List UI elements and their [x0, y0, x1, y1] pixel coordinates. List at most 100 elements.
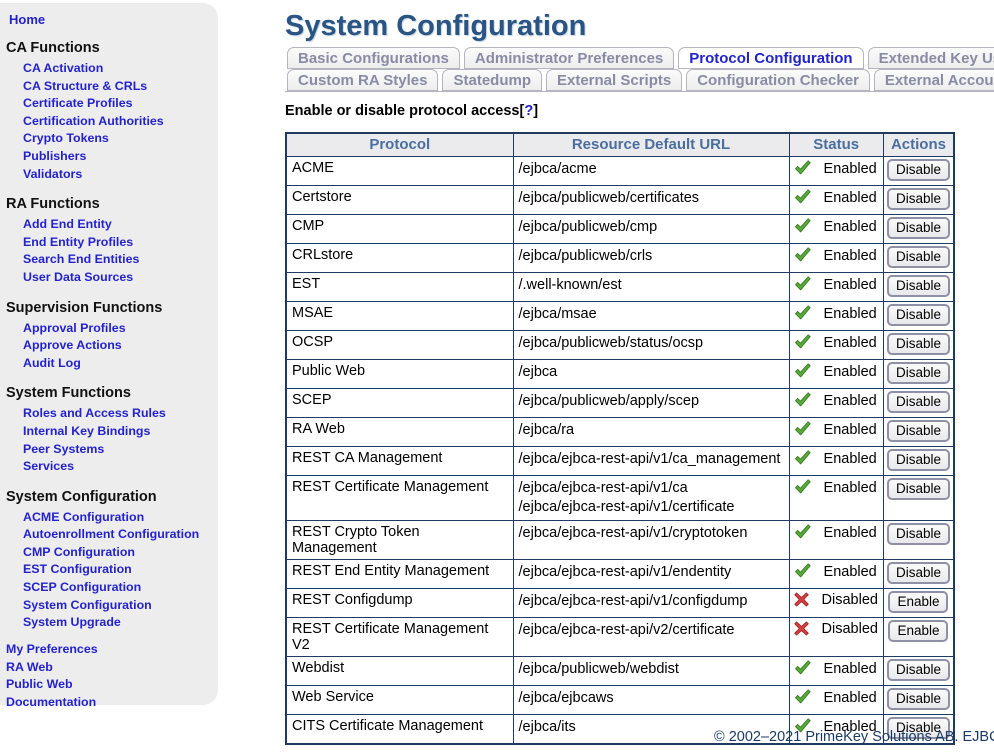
sidebar-item[interactable]: EST Configuration [23, 561, 218, 579]
protocol-name-cell: Webdist [286, 657, 513, 686]
sidebar-item[interactable]: CA Activation [23, 60, 218, 78]
actions-cell: Disable [883, 447, 954, 476]
check-icon [794, 563, 811, 583]
actions-cell: Disable [883, 157, 954, 186]
url-list: /ejbca/ejbcaws [519, 689, 784, 708]
status-label: Enabled [824, 525, 877, 541]
tab[interactable]: Custom RA Styles [287, 69, 438, 91]
table-row: Public Web /ejbca Enabled [286, 360, 954, 389]
status-cell: Enabled [789, 389, 883, 418]
url-value: /ejbca/publicweb/status/ocsp [519, 334, 784, 353]
toggle-protocol-button[interactable]: Enable [888, 620, 948, 642]
actions-cell: Disable [883, 657, 954, 686]
toggle-protocol-button[interactable]: Enable [888, 591, 948, 613]
sidebar-item[interactable]: System Configuration [23, 597, 218, 615]
toggle-protocol-button[interactable]: Disable [887, 217, 950, 239]
sidebar-item[interactable]: End Entity Profiles [23, 234, 218, 252]
sidebar-item[interactable]: ACME Configuration [23, 509, 218, 527]
url-list: /ejbca/acme [519, 160, 784, 179]
toggle-protocol-button[interactable]: Disable [887, 449, 950, 471]
tab[interactable]: Protocol Configuration [678, 47, 863, 69]
toggle-protocol-button[interactable]: Disable [887, 246, 950, 268]
tab[interactable]: External Account Bindings [874, 69, 994, 91]
check-icon [794, 479, 811, 499]
sidebar-link[interactable]: My Preferences [6, 641, 218, 659]
toggle-protocol-button[interactable]: Disable [887, 159, 950, 181]
status-label: Enabled [824, 306, 877, 322]
sidebar-item[interactable]: Certification Authorities [23, 113, 218, 131]
url-list: /ejbca/ejbca-rest-api/v2/certificate [519, 621, 784, 640]
toggle-protocol-button[interactable]: Disable [887, 362, 950, 384]
toggle-protocol-button[interactable]: Disable [887, 275, 950, 297]
toggle-protocol-button[interactable]: Disable [887, 478, 950, 500]
toggle-protocol-button[interactable]: Disable [887, 333, 950, 355]
table-row: REST Crypto Token Management /ejbca/ejbc… [286, 521, 954, 560]
tab[interactable]: Extended Key Usages [868, 47, 994, 69]
status-cell: Enabled [789, 560, 883, 589]
cross-icon [794, 621, 809, 640]
url-value: /ejbca [519, 363, 784, 382]
help-link[interactable]: ? [524, 103, 533, 119]
sidebar-item[interactable]: Autoenrollment Configuration [23, 526, 218, 544]
sidebar-item[interactable]: Peer Systems [23, 441, 218, 459]
sidebar-item[interactable]: Approval Profiles [23, 320, 218, 338]
url-list: /ejbca/ejbca-rest-api/v1/endentity [519, 563, 784, 582]
toggle-protocol-button[interactable]: Disable [887, 391, 950, 413]
status-label: Enabled [824, 690, 877, 706]
check-icon [794, 305, 811, 325]
sidebar-item[interactable]: Certificate Profiles [23, 95, 218, 113]
toggle-protocol-button[interactable]: Disable [887, 659, 950, 681]
toggle-protocol-button[interactable]: Disable [887, 188, 950, 210]
check-icon [794, 334, 811, 354]
tab[interactable]: Administrator Preferences [464, 47, 674, 69]
sidebar-item[interactable]: Roles and Access Rules [23, 405, 218, 423]
table-row: ACME /ejbca/acme Enabled [286, 157, 954, 186]
sidebar-item[interactable]: CA Structure & CRLs [23, 78, 218, 96]
protocol-name-cell: REST CA Management [286, 447, 513, 476]
actions-cell: Disable [883, 521, 954, 560]
protocol-name-cell: CRLstore [286, 244, 513, 273]
toggle-protocol-button[interactable]: Disable [887, 562, 950, 584]
sidebar-item[interactable]: Crypto Tokens [23, 130, 218, 148]
sidebar-link[interactable]: Documentation [6, 694, 218, 712]
table-row: RA Web /ejbca/ra Enabled [286, 418, 954, 447]
sidebar-link[interactable]: Public Web [6, 676, 218, 694]
actions-cell: Disable [883, 302, 954, 331]
toggle-protocol-button[interactable]: Disable [887, 688, 950, 710]
sidebar-item[interactable]: SCEP Configuration [23, 579, 218, 597]
url-value: /ejbca/ejbca-rest-api/v1/ca [519, 479, 784, 498]
table-row: EST /.well-known/est Enabled [286, 273, 954, 302]
table-row: SCEP /ejbca/publicweb/apply/scep Enabled [286, 389, 954, 418]
sidebar-item[interactable]: Services [23, 458, 218, 476]
tab[interactable]: External Scripts [546, 69, 682, 91]
sidebar-item[interactable]: Approve Actions [23, 337, 218, 355]
check-icon [794, 218, 811, 238]
url-list: /ejbca/ejbca-rest-api/v1/ca_management [519, 450, 784, 469]
url-list: /ejbca/publicweb/crls [519, 247, 784, 266]
actions-cell: Enable [883, 589, 954, 618]
check-icon [794, 247, 811, 267]
sidebar-item[interactable]: System Upgrade [23, 614, 218, 632]
sidebar-item[interactable]: Publishers [23, 148, 218, 166]
tab[interactable]: Configuration Checker [686, 69, 870, 91]
sidebar-link[interactable]: RA Web [6, 659, 218, 677]
tab[interactable]: Statedump [442, 69, 542, 91]
sidebar-item-home[interactable]: Home [9, 12, 218, 27]
sidebar-section: System Configuration ACME Configuration … [0, 489, 218, 632]
tab[interactable]: Basic Configurations [287, 47, 460, 69]
sidebar-item[interactable]: CMP Configuration [23, 544, 218, 562]
toggle-protocol-button[interactable]: Disable [887, 420, 950, 442]
sidebar-item[interactable]: Validators [23, 166, 218, 184]
sidebar: Home CA Functions CA Activation CA Struc… [0, 3, 218, 705]
sidebar-item[interactable]: Add End Entity [23, 216, 218, 234]
tab-row-1: Basic Configurations Administrator Prefe… [287, 47, 994, 69]
sidebar-item[interactable]: Audit Log [23, 355, 218, 373]
tab-bar: Basic Configurations Administrator Prefe… [285, 47, 994, 92]
sidebar-item[interactable]: User Data Sources [23, 269, 218, 287]
toggle-protocol-button[interactable]: Disable [887, 523, 950, 545]
toggle-protocol-button[interactable]: Disable [887, 304, 950, 326]
header-row: Protocol Resource Default URL Status Act… [286, 133, 954, 157]
sidebar-item[interactable]: Search End Entities [23, 251, 218, 269]
sidebar-item[interactable]: Internal Key Bindings [23, 423, 218, 441]
main-content: System Configuration Basic Configuration… [285, 0, 994, 745]
